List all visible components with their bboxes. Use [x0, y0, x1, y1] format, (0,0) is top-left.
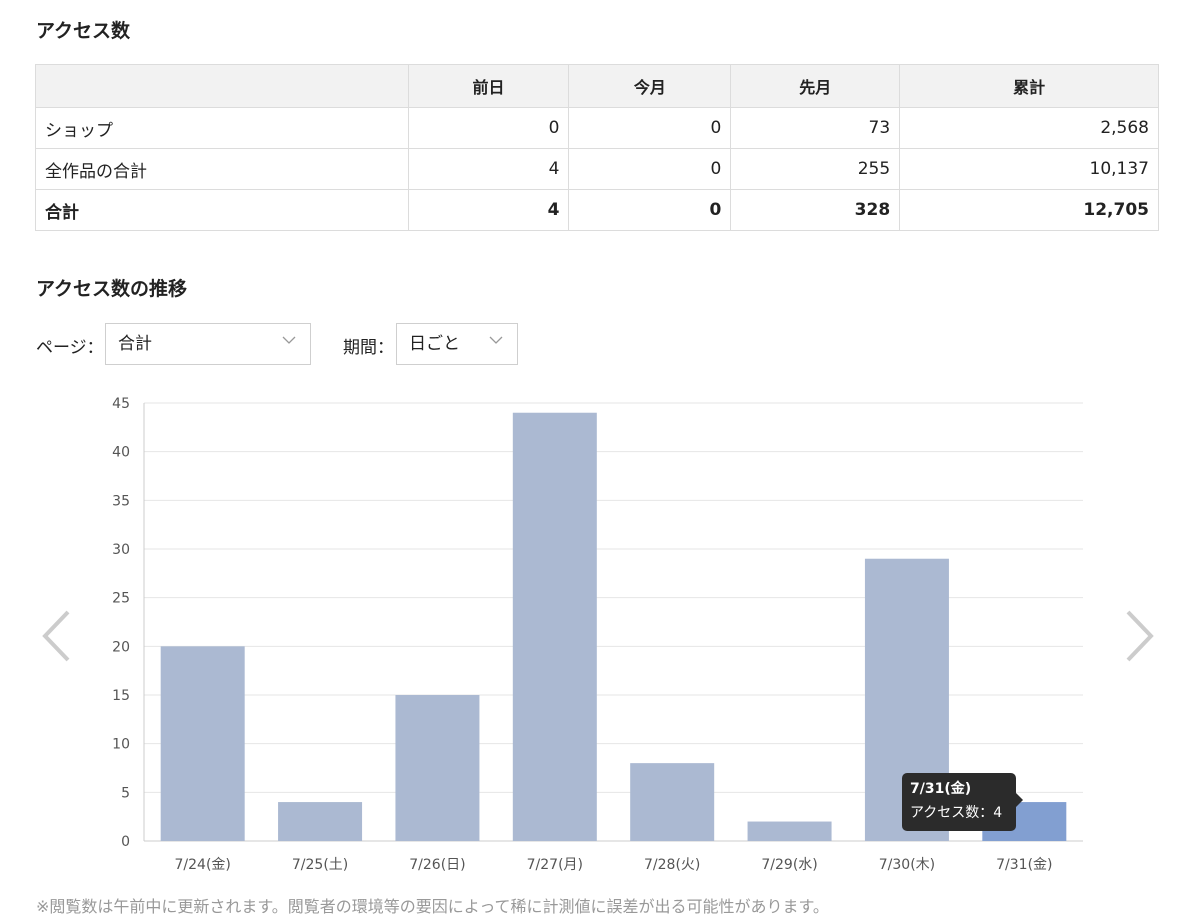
x-tick-label: 7/26(日) — [409, 857, 465, 873]
y-tick-label: 5 — [121, 785, 130, 801]
y-tick-label: 30 — [112, 542, 130, 558]
x-tick-label: 7/29(水) — [761, 857, 817, 873]
bar — [747, 821, 832, 841]
bar — [630, 763, 715, 841]
x-tick-label: 7/28(火) — [644, 857, 700, 873]
x-tick-label: 7/25(土) — [292, 857, 348, 873]
x-tick-label: 7/24(金) — [175, 857, 231, 873]
y-tick-label: 40 — [112, 445, 130, 461]
x-tick-label: 7/27(月) — [527, 857, 583, 873]
y-tick-label: 45 — [112, 396, 130, 412]
access-bar-chart: 0 5 10 15 20 25 30 35 40 45 7/24(金) 7/25(土) 7/26(日) 7… — [112, 396, 1083, 873]
tooltip-arrow — [1016, 793, 1023, 807]
x-tick-label: 7/30(木) — [879, 857, 935, 873]
x-tick-label: 7/31(金) — [996, 857, 1052, 873]
bar — [278, 802, 363, 841]
bar — [395, 695, 480, 841]
footnote: ※閲覧数は午前中に更新されます。閲覧者の環境等の要因によって稀に計測値に誤差が出… — [36, 897, 829, 916]
tooltip-title: 7/31(金) — [910, 781, 972, 797]
y-tick-label: 35 — [112, 493, 130, 509]
y-tick-label: 20 — [112, 639, 130, 655]
y-tick-label: 0 — [121, 834, 130, 850]
tooltip-body: アクセス数：4 — [910, 805, 1003, 821]
bar — [512, 412, 597, 841]
y-tick-label: 10 — [112, 737, 130, 753]
chart-tooltip: 7/31(金) アクセス数：4 — [902, 773, 1023, 831]
y-tick-label: 15 — [112, 688, 130, 704]
y-tick-label: 25 — [112, 591, 130, 607]
bar — [160, 646, 245, 841]
